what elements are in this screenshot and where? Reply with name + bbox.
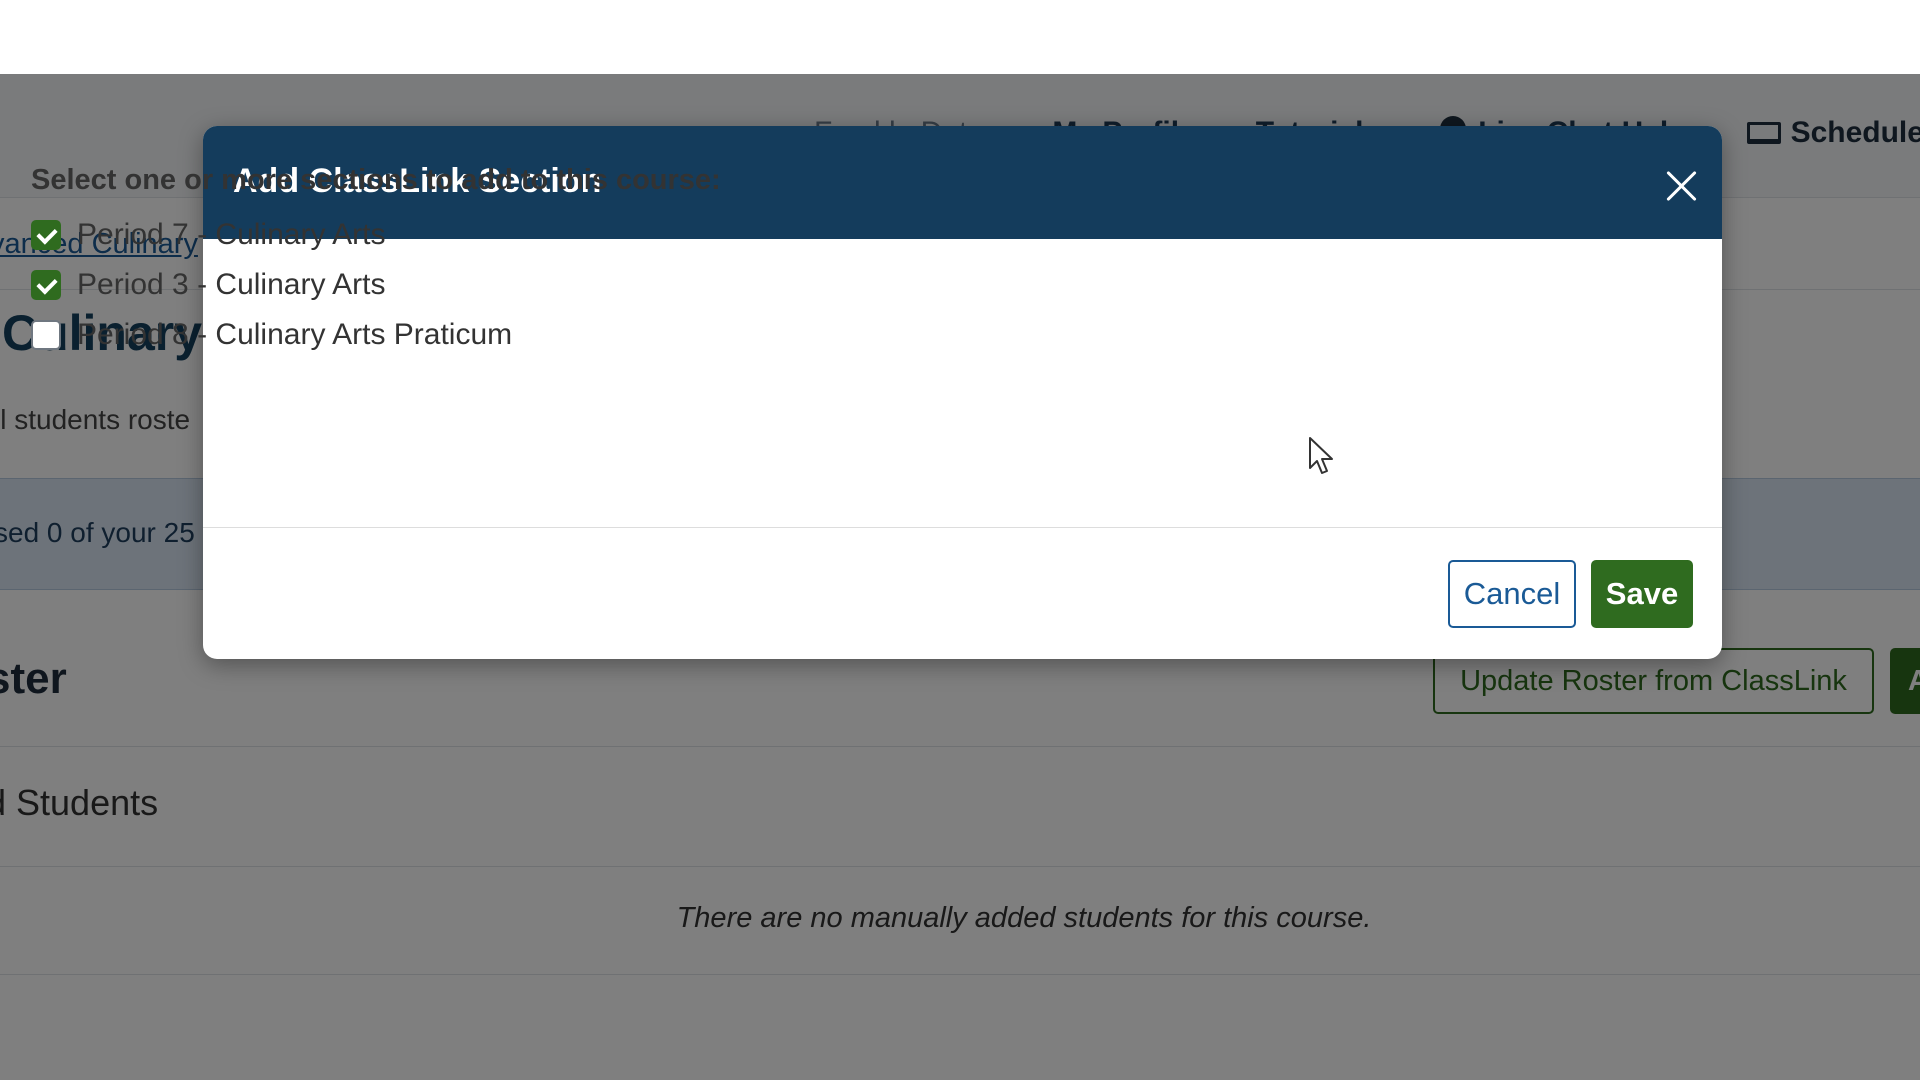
add-classlink-section-dialog: Add ClassLink Section Cancel Save: [203, 126, 1722, 659]
mouse-cursor-icon: [1309, 437, 1333, 474]
section-option-label: Period 3 - Culinary Arts: [77, 268, 386, 301]
checkbox[interactable]: [31, 220, 61, 250]
close-icon[interactable]: [1661, 166, 1701, 206]
checkbox[interactable]: [31, 320, 61, 350]
section-option-period-3[interactable]: Period 3 - Culinary Arts: [31, 260, 512, 310]
section-options: Period 7 - Culinary Arts Period 3 - Culi…: [31, 210, 512, 360]
top-strip: [0, 0, 1920, 74]
save-button[interactable]: Save: [1591, 560, 1693, 628]
section-option-label: Period 8 - Culinary Arts Praticum: [77, 318, 513, 351]
dialog-footer-divider: [203, 527, 1722, 528]
cancel-button[interactable]: Cancel: [1448, 560, 1576, 628]
section-option-period-8[interactable]: Period 8 - Culinary Arts Praticum: [31, 310, 512, 360]
checkbox[interactable]: [31, 270, 61, 300]
dialog-prompt: Select one or more sections to add to th…: [31, 164, 721, 196]
section-option-label: Period 7 - Culinary Arts: [77, 218, 386, 251]
section-option-period-7[interactable]: Period 7 - Culinary Arts: [31, 210, 512, 260]
